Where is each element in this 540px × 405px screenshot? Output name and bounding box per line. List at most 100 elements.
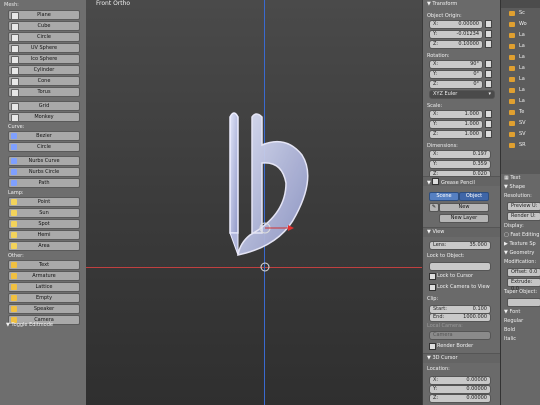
outliner-item[interactable]: La [501,85,540,96]
scene-button[interactable]: Scene [429,192,459,201]
rotation-z-field[interactable]: Z: 0° [429,80,483,89]
taper-object-field[interactable] [507,298,540,307]
add-empty-button[interactable]: Empty [8,293,80,303]
add-sun-button[interactable]: Sun [8,208,80,218]
object-button[interactable]: Object [459,192,489,201]
font-header[interactable]: ▼ Font [501,308,540,317]
3d-cursor-header[interactable]: ▼ 3D Cursor [423,353,501,363]
add-torus-button[interactable]: Torus [8,87,80,97]
clip-end-field[interactable]: End: 1000.000 [429,313,491,322]
add-nurbs-circle-button[interactable]: Nurbs Circle [8,167,80,177]
shape-header[interactable]: ▼ Shape [501,183,540,192]
rotation-y-field[interactable]: Y: 0° [429,70,483,79]
lock-icon[interactable] [485,20,492,28]
cursor-y-field[interactable]: Y: 0.00000 [429,385,491,394]
transform-header[interactable]: ▼ Transform [427,1,457,7]
add-grid-button[interactable]: Grid [8,101,80,111]
dimension-y-field[interactable]: Y: 0.359 [429,160,491,169]
outliner-item[interactable]: La [501,52,540,63]
3d-viewport[interactable]: Front Ortho [86,0,422,405]
preview-u-field[interactable]: Preview U: [507,202,540,211]
lock-to-cursor-checkbox[interactable] [429,273,436,280]
lock-icon[interactable] [485,130,492,138]
text-object-mesh[interactable] [216,105,326,275]
rotation-label: Rotation: [427,53,450,59]
add-uv-sphere-button[interactable]: UV Sphere [8,43,80,53]
lock-icon[interactable] [485,40,492,48]
geometry-header[interactable]: ▼ Geometry [501,249,540,258]
add-point-button[interactable]: Point [8,197,80,207]
outliner-item[interactable]: La [501,41,540,52]
add-spot-button[interactable]: Spot [8,219,80,229]
add-circle-button[interactable]: Circle [8,32,80,42]
outliner-item[interactable]: La [501,30,540,41]
rotation-mode-select[interactable]: XYZ Euler ▾ [429,90,495,99]
grease-pencil-checkbox[interactable] [432,178,440,185]
add-cone-button[interactable]: Cone [8,76,80,86]
text-tab[interactable]: ▦ Text [501,174,540,183]
new-layer-button[interactable]: New Layer [439,214,489,223]
outliner-item[interactable]: Sc [501,8,540,19]
outliner-item[interactable]: Wo [501,19,540,30]
properties-editor: ▦ Text ▼ Shape Resolution: Preview U: Re… [500,160,540,405]
add-path-button[interactable]: Path [8,178,80,188]
texture-space-header[interactable]: ▶ Texture Sp [501,240,540,249]
outliner-item-label: La [519,98,525,104]
cursor-x-field[interactable]: X: 0.00000 [429,376,491,385]
fast-editing-checkbox[interactable]: ▢ Fast Editing [501,231,540,240]
location-y-field[interactable]: Y: -0.01234 [429,30,483,39]
add-circle-button[interactable]: Circle [8,142,80,152]
extrude-field[interactable]: Extrude: 0.0 [507,278,540,292]
location-z-field[interactable]: Z: 0.10000 [429,40,483,49]
add-speaker-button[interactable]: Speaker [8,304,80,314]
new-button[interactable]: New [439,203,489,212]
render-u-field[interactable]: Render U: [507,212,540,221]
location-x-field[interactable]: X: 0.00000 [429,20,483,29]
scale-y-field[interactable]: Y: 1.000 [429,120,483,129]
add-cylinder-button[interactable]: Cylinder [8,65,80,75]
outliner-item[interactable]: La [501,96,540,107]
lock-icon[interactable] [485,110,492,118]
add-lattice-button[interactable]: Lattice [8,282,80,292]
add-monkey-button[interactable]: Monkey [8,112,80,122]
add-armature-button[interactable]: Armature [8,271,80,281]
add-nurbs-curve-button[interactable]: Nurbs Curve [8,156,80,166]
view-header[interactable]: ▼ View [423,227,501,237]
button-label: Armature [32,273,56,279]
outliner-item-label: SV [519,120,526,126]
lock-icon[interactable] [485,80,492,88]
cursor-z-field[interactable]: Z: 0.00000 [429,394,491,403]
add-bezier-button[interactable]: Bezier [8,131,80,141]
lock-object-field[interactable] [429,262,491,271]
add-plane-button[interactable]: Plane [8,10,80,20]
outliner-item[interactable]: SV [501,129,540,140]
toggle-editmode-panel[interactable]: ▼ Toggle Editmode [6,322,53,328]
add-ico-sphere-button[interactable]: Ico Sphere [8,54,80,64]
pencil-icon[interactable]: ✎ [429,203,439,212]
grease-pencil-header[interactable]: ▼ Grease Pencil [423,176,501,186]
scale-x-field[interactable]: X: 1.000 [429,110,483,119]
render-border-checkbox[interactable] [429,343,436,350]
lens-field[interactable]: Lens: 35.000 [429,241,491,250]
add-area-button[interactable]: Area [8,241,80,251]
button-label: Hemi [37,232,51,238]
outliner-item[interactable]: SV [501,118,540,129]
button-label: Nurbs Curve [28,158,60,164]
lock-icon[interactable] [485,70,492,78]
scale-z-field[interactable]: Z: 1.000 [429,130,483,139]
lock-icon[interactable] [485,30,492,38]
add-cube-button[interactable]: Cube [8,21,80,31]
add-hemi-button[interactable]: Hemi [8,230,80,240]
outliner-item[interactable]: Te [501,107,540,118]
local-camera-field[interactable]: Camera [429,331,491,340]
rotation-x-field[interactable]: X: 90° [429,60,483,69]
lock-icon[interactable] [485,120,492,128]
outliner-item[interactable]: La [501,74,540,85]
dimension-x-field[interactable]: X: 0.197 [429,150,491,159]
lock-camera-checkbox[interactable] [429,284,436,291]
outliner-item[interactable]: La [501,63,540,74]
add-text-button[interactable]: Text [8,260,80,270]
outliner-item[interactable]: SR [501,140,540,151]
offset-field[interactable]: Offset: 0.0 [507,268,540,277]
lock-icon[interactable] [485,60,492,68]
